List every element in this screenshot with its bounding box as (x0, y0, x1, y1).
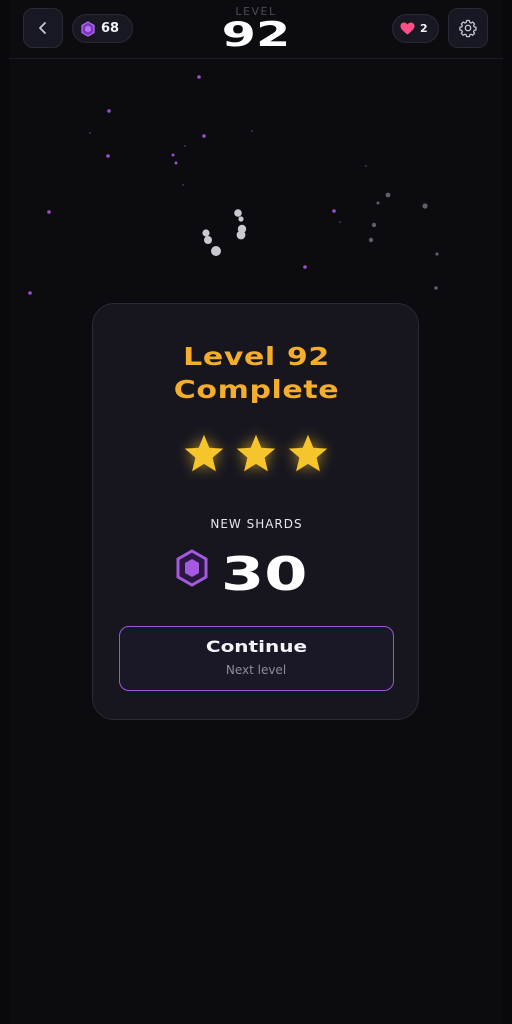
new-shards-row: 30 (93, 546, 420, 606)
top-bar: 68 LEVEL 92 2 (0, 0, 512, 58)
level-complete-title: Level 92 Complete (93, 340, 420, 406)
level-complete-card: Level 92 Complete NEW SHARDS 30 Continue… (92, 303, 419, 720)
title-line-2: Complete (173, 375, 340, 404)
top-bar-divider (9, 58, 503, 59)
star-icon (184, 434, 224, 472)
lives-count: 2 (420, 22, 428, 35)
star-icon (236, 434, 276, 472)
heart-icon (400, 22, 415, 35)
lives-counter: 2 (392, 14, 439, 43)
star-icon (288, 434, 328, 472)
star-rating (93, 428, 420, 478)
continue-button[interactable]: Continue Next level (119, 626, 394, 691)
continue-sublabel: Next level (225, 663, 287, 677)
hexagon-gem-icon (176, 549, 208, 587)
title-line-1: Level 92 (183, 342, 330, 371)
continue-label: Continue (205, 637, 307, 656)
gear-icon (459, 19, 477, 38)
new-shards-value: 30 (221, 547, 308, 601)
new-shards-label: NEW SHARDS (210, 517, 303, 531)
settings-button[interactable] (448, 8, 488, 48)
